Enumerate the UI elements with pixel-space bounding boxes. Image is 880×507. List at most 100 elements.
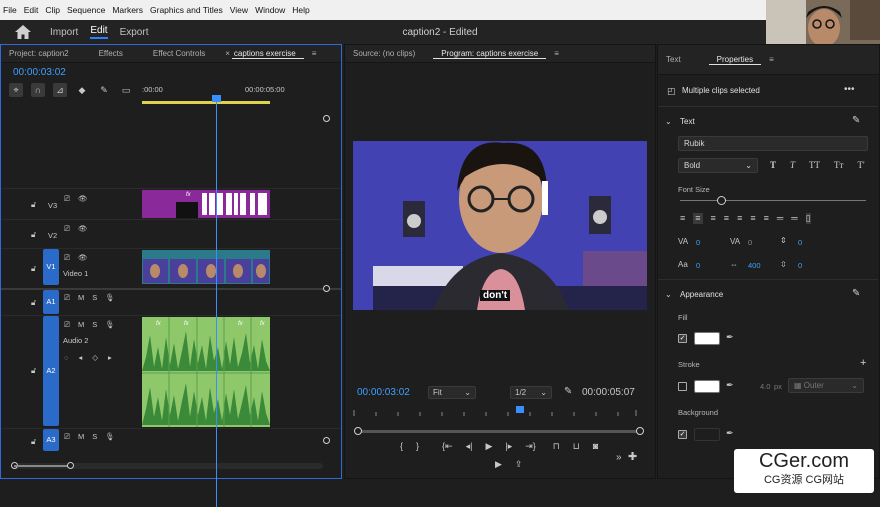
- mute-button[interactable]: M: [78, 320, 84, 330]
- stroke-position-dropdown[interactable]: ▦ Outer ⌄: [788, 378, 864, 393]
- play-icon[interactable]: ▶: [485, 441, 492, 452]
- sync-icon[interactable]: ⎚: [64, 293, 70, 303]
- panel-menu-icon[interactable]: ≡: [304, 49, 325, 58]
- align-right-icon[interactable]: ≡: [711, 213, 716, 224]
- workspace-export[interactable]: Export: [120, 27, 149, 38]
- menu-sequence[interactable]: Sequence: [67, 5, 105, 15]
- video-clip-strip[interactable]: [142, 250, 270, 284]
- baseline-shift-value[interactable]: 0: [696, 261, 700, 270]
- next-keyframe-icon[interactable]: ▸: [108, 353, 112, 362]
- close-icon[interactable]: ×: [217, 49, 232, 58]
- linked-selection-icon[interactable]: ⊿: [53, 83, 67, 97]
- timeline-scroll-mid[interactable]: [323, 285, 333, 292]
- audio-waveform-strip[interactable]: fx fx fx fx: [142, 317, 270, 427]
- panel-menu-icon[interactable]: ≡: [546, 49, 567, 58]
- tab-properties[interactable]: Properties: [708, 55, 762, 65]
- sync-icon[interactable]: ⎚: [64, 253, 70, 263]
- lock-icon[interactable]: 🔓︎: [31, 200, 36, 210]
- go-to-out-icon[interactable]: ⇥}: [525, 441, 536, 452]
- graphics-clip-strip[interactable]: fx: [142, 190, 270, 218]
- work-area-bar[interactable]: [142, 101, 270, 104]
- align-top-icon[interactable]: ═: [777, 213, 783, 224]
- menu-edit[interactable]: Edit: [24, 5, 39, 15]
- fit-dropdown[interactable]: Fit ⌄: [428, 386, 476, 399]
- tab-project[interactable]: Project: caption2: [1, 49, 77, 58]
- align-bottom-icon[interactable]: ▯: [805, 213, 811, 224]
- tab-source[interactable]: Source: (no clips): [345, 49, 423, 58]
- timeline-scroll-top[interactable]: [323, 115, 333, 122]
- play-secondary-icon[interactable]: ▶: [495, 459, 502, 470]
- faux-italic-button[interactable]: T: [790, 160, 795, 170]
- justify-left-icon[interactable]: ≡: [724, 213, 729, 224]
- nest-icon[interactable]: ⌖: [9, 83, 23, 97]
- add-button-icon[interactable]: ✚: [628, 450, 637, 463]
- menu-help[interactable]: Help: [292, 5, 309, 15]
- align-center-icon[interactable]: ≡: [693, 213, 703, 224]
- track-target-a3[interactable]: A3: [43, 429, 59, 451]
- menu-clip[interactable]: Clip: [45, 5, 60, 15]
- small-caps-button[interactable]: Tт: [834, 160, 843, 170]
- timeline-scroll-bottom[interactable]: [323, 437, 333, 444]
- chevron-down-icon[interactable]: ⌄: [665, 290, 672, 299]
- tab-program[interactable]: Program: captions exercise: [433, 49, 547, 59]
- mute-button[interactable]: M: [78, 293, 84, 303]
- all-caps-button[interactable]: TT: [809, 160, 820, 170]
- tracking-value[interactable]: 0: [748, 238, 752, 247]
- tab-effect-controls[interactable]: Effect Controls: [145, 49, 213, 58]
- mute-button[interactable]: M: [78, 432, 84, 442]
- menu-window[interactable]: Window: [255, 5, 285, 15]
- lock-icon[interactable]: 🔓︎: [31, 264, 36, 274]
- font-size-slider[interactable]: [680, 196, 866, 205]
- faux-bold-button[interactable]: T: [770, 160, 776, 170]
- tab-text[interactable]: Text: [658, 55, 689, 64]
- home-icon[interactable]: [14, 24, 32, 40]
- more-controls-icon[interactable]: »: [616, 452, 622, 463]
- track-target-a2[interactable]: A2: [43, 316, 59, 426]
- time-ruler[interactable]: :00:00 00:00:05:00: [142, 83, 332, 105]
- eyedropper-icon[interactable]: ✒: [726, 332, 734, 343]
- eyedropper-icon[interactable]: ✒: [726, 428, 734, 439]
- align-left-icon[interactable]: ≡: [680, 213, 685, 224]
- playhead-line[interactable]: [216, 97, 217, 507]
- captions-icon[interactable]: ▭: [119, 83, 133, 97]
- fill-checkbox[interactable]: ✓: [678, 334, 687, 343]
- stroke-checkbox[interactable]: [678, 382, 687, 391]
- eye-icon[interactable]: 👁︎: [78, 224, 88, 234]
- resolution-dropdown[interactable]: 1/2 ⌄: [510, 386, 552, 399]
- font-size-slider-handle[interactable]: [716, 196, 726, 205]
- more-options-icon[interactable]: •••: [844, 84, 855, 95]
- microphone-icon[interactable]: 🎙︎: [105, 432, 115, 442]
- export-frame-icon[interactable]: ⇪: [515, 459, 523, 470]
- marker-icon[interactable]: ◆: [75, 83, 89, 97]
- track-target-a1[interactable]: A1: [43, 290, 59, 314]
- tab-captions-exercise[interactable]: captions exercise: [231, 49, 304, 59]
- background-checkbox[interactable]: ✓: [678, 430, 687, 439]
- microphone-icon[interactable]: 🎙︎: [105, 320, 115, 330]
- program-viewer[interactable]: [353, 141, 647, 310]
- align-middle-icon[interactable]: ═: [791, 213, 797, 224]
- sync-icon[interactable]: ⎚: [64, 224, 70, 234]
- sync-icon[interactable]: ⎚: [64, 432, 70, 442]
- mark-out-icon[interactable]: }: [416, 441, 419, 452]
- menu-markers[interactable]: Markers: [112, 5, 143, 15]
- panel-menu-icon[interactable]: ≡: [761, 55, 782, 64]
- step-forward-icon[interactable]: |▸: [505, 441, 512, 452]
- wrench-icon[interactable]: ✎: [564, 386, 572, 397]
- fill-color-swatch[interactable]: [694, 332, 720, 345]
- chevron-down-icon[interactable]: ⌄: [665, 117, 672, 126]
- stroke-width-value[interactable]: 4.0: [760, 382, 770, 391]
- superscript-button[interactable]: T': [857, 160, 864, 170]
- timeline-horizontal-scrollbar[interactable]: [11, 462, 323, 469]
- solo-button[interactable]: S: [92, 293, 97, 303]
- menu-file[interactable]: File: [3, 5, 17, 15]
- leading-value[interactable]: 0: [798, 238, 802, 247]
- mark-in-icon[interactable]: {: [400, 441, 403, 452]
- prev-keyframe-icon[interactable]: ◂: [78, 353, 82, 362]
- step-back-icon[interactable]: ◂|: [466, 441, 473, 452]
- font-family-field[interactable]: Rubik: [678, 136, 868, 151]
- tab-effects[interactable]: Effects: [91, 49, 131, 58]
- workspace-import[interactable]: Import: [50, 27, 78, 38]
- kerning-value[interactable]: 0: [696, 238, 700, 247]
- menu-view[interactable]: View: [230, 5, 248, 15]
- tsume-value[interactable]: 400: [748, 261, 761, 270]
